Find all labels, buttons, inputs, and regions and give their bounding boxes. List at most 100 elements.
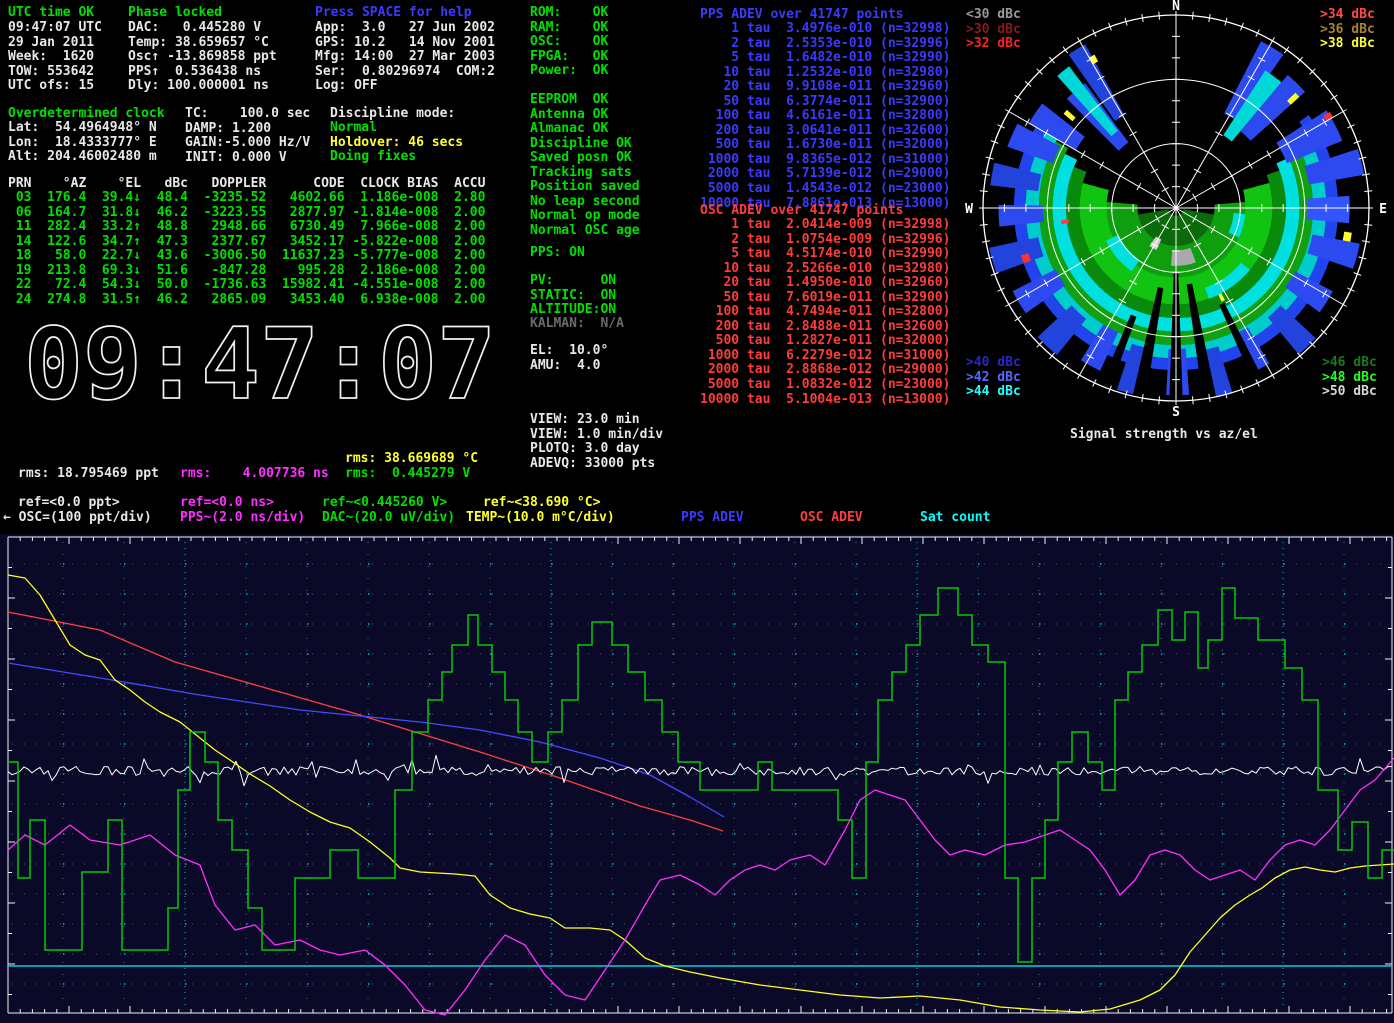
sat-row: 24 274.8 31.5↑ 46.2 2865.09 3453.40 6.93… [8, 293, 485, 308]
status-line: Discipline OK [530, 137, 640, 152]
status-line: PPS↑ 0.536438 ns [128, 65, 277, 80]
rms-temp: rms: 38.669689 °C [345, 452, 478, 467]
status-line: Lat: 54.4964948° N [8, 121, 157, 136]
mode-lines: PV: ONSTATIC: ONALTITUDE:ON [530, 274, 616, 318]
ref-pps: ref=<0.0 ns> [180, 496, 274, 511]
help-title: Press SPACE for help [315, 6, 472, 21]
status-line: GAIN:-5.000 Hz/V [185, 136, 310, 151]
status-line: No leap second [530, 195, 640, 210]
rms-osc: rms: 18.795469 ppt [18, 467, 159, 482]
adev-row: 1 tau 2.0414e-009 (n=32998) [700, 218, 950, 233]
dbc-legend-entry: >40 dBc [966, 356, 1021, 371]
compass-w: W [965, 202, 973, 217]
status-line: RAM: OK [530, 21, 608, 36]
adev-row: 10000 tau 5.1004e-013 (n=13000) [700, 393, 950, 408]
discipline-normal: Normal [330, 121, 377, 136]
adev-row: 2 tau 1.0754e-009 (n=32996) [700, 233, 950, 248]
status-lines: EEPROM OKAntenna OKAlmanac OKDiscipline … [530, 93, 640, 238]
scale-pps: PPS~(2.0 ns/div) [180, 511, 305, 526]
status-line: Ser: 0.80296974 COM:2 [315, 65, 495, 80]
status-line: FPGA: OK [530, 50, 608, 65]
scale-dac: DAC~(20.0 uV/div) [322, 511, 455, 526]
adev-row: 2000 tau 2.8868e-012 (n=29000) [700, 363, 950, 378]
ref-dac: ref~<0.445260 V> [322, 496, 447, 511]
dbc-legend-entry: >48 dBc [1322, 371, 1377, 386]
status-line: STATIC: ON [530, 289, 616, 304]
loop-param-lines: TC: 100.0 secDAMP: 1.200GAIN:-5.000 Hz/V… [185, 107, 310, 165]
dbc-legend-entry: >50 dBc [1322, 385, 1377, 400]
adev-row: 5000 tau 1.0832e-012 (n=23000) [700, 378, 950, 393]
scale-temp: TEMP~(10.0 m°C/div) [466, 511, 615, 526]
osc-adev-plot-label: OSC ADEV [800, 511, 863, 526]
adev-row: 100 tau 4.6161e-011 (n=32800) [700, 109, 950, 124]
status-line: Osc↑ -13.869858 ppt [128, 50, 277, 65]
sat-row: 11 282.4 33.2↑ 48.8 2948.66 6730.49 7.96… [8, 220, 485, 235]
dbc-legend-entry: >34 dBc [1320, 8, 1375, 23]
view-queue-lines: VIEW: 23.0 minVIEW: 1.0 min/divPLOTQ: 3.… [530, 413, 663, 471]
status-line: 09:47:07 UTC [8, 21, 102, 36]
status-line: Temp: 38.659657 °C [128, 36, 277, 51]
status-line: EL: 10.0° [530, 344, 608, 359]
status-line: OSC: OK [530, 35, 608, 50]
rms-pps: rms: 4.007736 ns [180, 467, 329, 482]
status-line: ROM: OK [530, 6, 608, 21]
status-line: Almanac OK [530, 122, 640, 137]
adev-row: 10 tau 2.5266e-010 (n=32980) [700, 262, 950, 277]
dbc-legend-entry: >38 dBc [1320, 37, 1375, 52]
adev-row: 50 tau 7.6019e-011 (n=32900) [700, 291, 950, 306]
status-line: Week: 1620 [8, 50, 102, 65]
ref-osc: ref=<0.0 ppt> [18, 496, 120, 511]
status-line: Alt: 204.46002480 m [8, 150, 157, 165]
sat-row: 14 122.6 34.7↑ 47.3 2377.67 3452.17 -5.8… [8, 235, 485, 250]
sat-row: 03 176.4 39.4↓ 48.4 -3235.52 4602.66 1.1… [8, 191, 485, 206]
status-line: Saved posn OK [530, 151, 640, 166]
legend-top-left: <30 dBc>30 dBc>32 dBc [966, 8, 1021, 52]
status-line: Antenna OK [530, 108, 640, 123]
dbc-legend-entry: >42 dBc [966, 371, 1021, 386]
phase-title: Phase locked [128, 6, 222, 21]
status-line: Normal OSC age [530, 224, 640, 239]
status-line: DAC: 0.445280 V [128, 21, 277, 36]
status-line: DAMP: 1.200 [185, 122, 310, 137]
status-line: VIEW: 1.0 min/div [530, 428, 663, 443]
adev-row: 2000 tau 5.7139e-012 (n=29000) [700, 167, 950, 182]
status-line: PV: ON [530, 274, 616, 289]
adev-row: 2 tau 2.5353e-010 (n=32996) [700, 37, 950, 52]
status-line: Lon: 18.4333777° E [8, 136, 157, 151]
dbc-legend-entry: >36 dBc [1320, 23, 1375, 38]
sat-count-plot-label: Sat count [920, 511, 990, 526]
polar-caption: Signal strength vs az/el [1070, 428, 1258, 443]
status-line: AMU: 4.0 [530, 359, 608, 374]
dbc-legend-entry: >32 dBc [966, 37, 1021, 52]
adev-row: 1 tau 3.4976e-010 (n=32998) [700, 22, 950, 37]
status-line: TC: 100.0 sec [185, 107, 310, 122]
adev-row: 500 tau 1.2827e-011 (n=32000) [700, 334, 950, 349]
lady-heather-screen: NSEW 09:47:07 UTC time OK 09:47:07 UTC29… [0, 0, 1394, 1023]
adev-row: 20 tau 9.9108e-011 (n=32960) [700, 80, 950, 95]
sat-row: 19 213.8 69.3↓ 51.6 -847.28 995.28 2.186… [8, 264, 485, 279]
big-digital-clock: 09:47:07 [22, 302, 502, 414]
status-line: Tracking sats [530, 166, 640, 181]
discipline-fixes: Doing fixes [330, 150, 416, 165]
position-lines: Lat: 54.4964948° NLon: 18.4333777° EAlt:… [8, 121, 157, 165]
adev-row: 10 tau 1.2532e-010 (n=32980) [700, 66, 950, 81]
scale-osc: ← OSC=(100 ppt/div) [3, 511, 152, 526]
ref-temp: ref~<38.690 °C> [483, 496, 600, 511]
phase-lines: DAC: 0.445280 VTemp: 38.659657 °COsc↑ -1… [128, 21, 277, 94]
adev-row: 5000 tau 1.4543e-012 (n=23000) [700, 182, 950, 197]
utc-status-title: UTC time OK [8, 6, 94, 21]
adev-row: 200 tau 2.8488e-011 (n=32600) [700, 320, 950, 335]
kalman-line: KALMAN: N/A [530, 317, 624, 332]
status-line: Dly: 100.000001 ns [128, 79, 277, 94]
compass-n: N [1172, 0, 1180, 14]
dbc-legend-entry: >44 dBc [966, 385, 1021, 400]
status-line: GPS: 10.2 14 Nov 2001 [315, 36, 495, 51]
status-line: PLOTQ: 3.0 day [530, 442, 663, 457]
status-line: VIEW: 23.0 min [530, 413, 663, 428]
adev-row: 100 tau 4.7494e-011 (n=32800) [700, 305, 950, 320]
legend-bottom-right: >46 dBc>48 dBc>50 dBc [1322, 356, 1377, 400]
sat-table-rows: 03 176.4 39.4↓ 48.4 -3235.52 4602.66 1.1… [8, 191, 485, 307]
adev-row: 1000 tau 9.8365e-012 (n=31000) [700, 153, 950, 168]
dbc-legend-entry: <30 dBc [966, 8, 1021, 23]
sat-row: 22 72.4 54.3↓ 50.0 -1736.63 15982.41 -4.… [8, 278, 485, 293]
